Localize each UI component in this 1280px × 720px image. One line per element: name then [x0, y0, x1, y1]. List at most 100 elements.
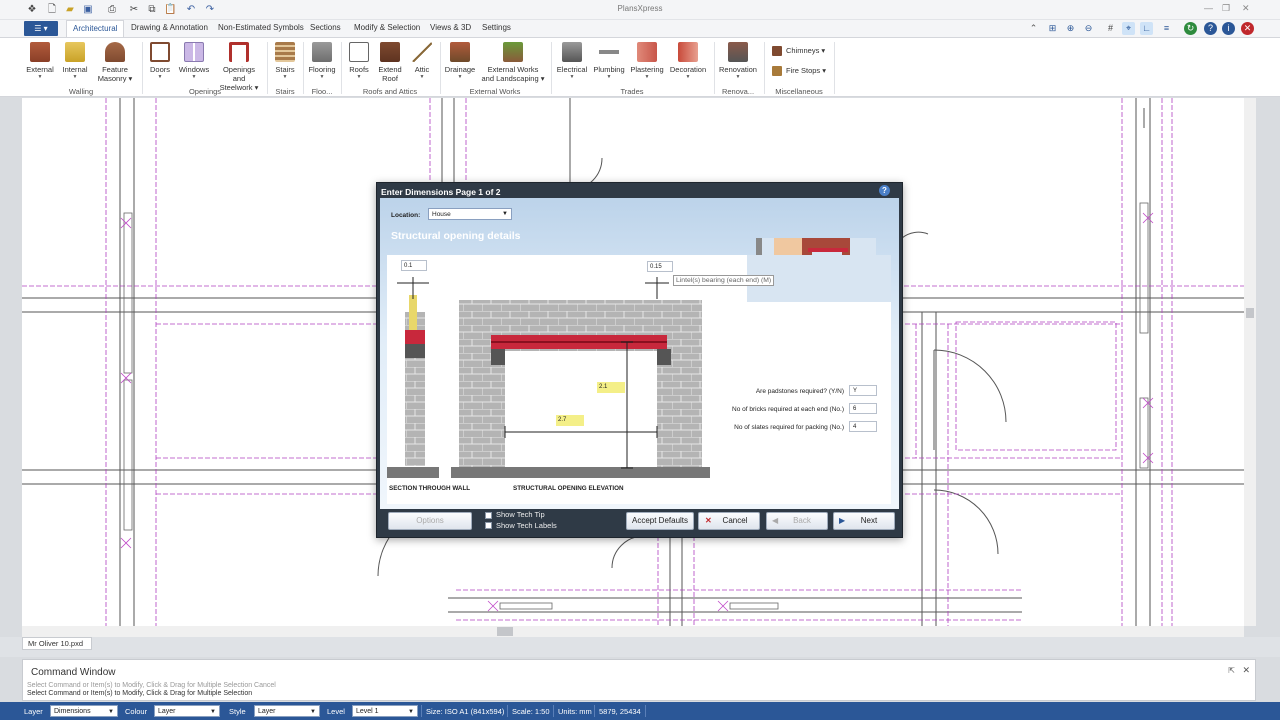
internal-button[interactable]: Internal ▼ — [60, 42, 90, 80]
command-prompt-line[interactable]: Select Command or Item(s) to Modify, Cli… — [27, 690, 252, 697]
external-works-label-1: External Works — [487, 65, 539, 74]
refresh-icon[interactable]: ↻ — [1184, 22, 1197, 35]
style-label: Style — [229, 707, 246, 716]
layers-icon[interactable]: ≡ — [1160, 22, 1173, 35]
style-select[interactable]: Layer ▼ — [254, 705, 320, 717]
app-title: PlansXpress — [617, 4, 663, 13]
style-value: Layer — [258, 708, 276, 715]
chevron-down-icon: ▼ — [502, 211, 508, 217]
tab-views-3d[interactable]: Views & 3D — [430, 23, 471, 32]
stairs-icon — [275, 42, 295, 62]
level-label: Level — [327, 707, 345, 716]
renovation-icon — [728, 42, 748, 62]
fire-stops-button[interactable]: Fire Stops ▾ — [770, 64, 826, 78]
fire-stops-label: Fire Stops — [786, 66, 821, 75]
opening-width-field[interactable]: 2.7 — [556, 415, 584, 426]
exit-icon[interactable]: ✕ — [1241, 22, 1254, 35]
grid-icon[interactable]: # — [1104, 22, 1117, 35]
lintel-bearing-field[interactable]: 0.15 — [647, 261, 673, 272]
help-icon[interactable]: ? — [1204, 22, 1217, 35]
vertical-scrollbar[interactable] — [1244, 98, 1256, 626]
lintel-bearing-tooltip: Lintel(s) bearing (each end) (M) — [673, 275, 775, 286]
tab-non-estimated-symbols[interactable]: Non-Estimated Symbols — [218, 23, 304, 32]
slates-input[interactable]: 4 — [849, 421, 877, 432]
chevron-down-icon: ▼ — [310, 709, 316, 715]
colour-select[interactable]: Layer ▼ — [154, 705, 220, 717]
drainage-button[interactable]: Drainage ▼ — [444, 42, 476, 80]
bricks-input[interactable]: 6 — [849, 403, 877, 414]
external-button[interactable]: External ▼ — [26, 42, 54, 80]
document-tab[interactable]: Mr Oliver 10.pxd — [22, 637, 92, 650]
group-renovation: Renova... — [721, 87, 755, 96]
group-flooring: Floo... — [311, 87, 333, 96]
plumbing-button[interactable]: Plumbing ▼ — [593, 42, 625, 80]
chimneys-button[interactable]: Chimneys ▾ — [770, 44, 825, 58]
stairs-button[interactable]: Stairs ▼ — [272, 42, 298, 80]
accept-defaults-button[interactable]: Accept Defaults — [626, 512, 694, 530]
file-menu-button[interactable]: ☰ ▾ — [24, 21, 58, 36]
layer-select[interactable]: Dimensions ▼ — [50, 705, 118, 717]
ribbon-tabs: ☰ ▾ Architectural Drawing & Annotation N… — [0, 20, 1280, 37]
back-button[interactable]: ◀ Back — [766, 512, 828, 530]
minimize-icon[interactable]: — — [1204, 3, 1213, 13]
tab-sections[interactable]: Sections — [310, 23, 341, 32]
ortho-icon[interactable]: ∟ — [1140, 22, 1153, 35]
tab-drawing-annotation[interactable]: Drawing & Annotation — [131, 23, 208, 32]
fire-stop-icon — [772, 66, 782, 76]
level-value: Level 1 — [356, 708, 379, 715]
opening-height-field[interactable]: 2.1 — [597, 382, 625, 393]
window-icon — [184, 42, 204, 62]
roofs-button[interactable]: Roofs ▼ — [346, 42, 372, 80]
level-select[interactable]: Level 1 ▼ — [352, 705, 418, 717]
show-tech-labels-checkbox[interactable] — [485, 522, 492, 529]
bricks-label: No of bricks required at each end (No.) — [732, 406, 844, 413]
zoom-window-icon[interactable]: ⊞ — [1046, 22, 1059, 35]
options-button[interactable]: Options — [388, 512, 472, 530]
close-command-window-icon[interactable]: ✕ — [1242, 665, 1250, 676]
show-tech-tip-checkbox[interactable] — [485, 512, 492, 519]
renovation-button[interactable]: Renovation ▼ — [718, 42, 758, 80]
extend-roof-button[interactable]: Extend Roof — [376, 42, 404, 83]
external-works-button[interactable]: External Works and Landscaping ▾ — [480, 42, 546, 83]
tab-settings[interactable]: Settings — [482, 23, 511, 32]
zoom-in-icon[interactable]: ⊕ — [1064, 22, 1077, 35]
flooring-button[interactable]: Flooring ▼ — [307, 42, 337, 80]
decoration-button[interactable]: Decoration ▼ — [669, 42, 707, 80]
flooring-icon — [312, 42, 332, 62]
pin-icon[interactable]: ⇱ — [1228, 666, 1235, 675]
chimney-icon — [772, 46, 782, 56]
tab-architectural[interactable]: Architectural — [66, 20, 125, 37]
extend-roof-icon — [380, 42, 400, 62]
zoom-out-icon[interactable]: ⊖ — [1082, 22, 1095, 35]
group-stairs: Stairs — [275, 87, 295, 96]
group-openings: Openings — [188, 87, 222, 96]
padstones-input[interactable]: Y — [849, 385, 877, 396]
dialog-body: Location: House ▼ Structural opening deta… — [380, 198, 899, 509]
flooring-label: Flooring — [308, 65, 336, 74]
back-arrow-icon: ◀ — [772, 516, 779, 525]
location-select[interactable]: House ▼ — [428, 208, 512, 220]
next-button[interactable]: ▶ Next — [833, 512, 895, 530]
chevron-down-icon: ▼ — [408, 709, 414, 715]
electrical-button[interactable]: Electrical ▼ — [556, 42, 588, 80]
electrical-label: Electrical — [556, 65, 588, 74]
cancel-button[interactable]: ✕ Cancel — [698, 512, 760, 530]
windows-button[interactable]: Windows ▼ — [178, 42, 210, 80]
plumbing-label: Plumbing — [593, 65, 625, 74]
chimneys-label: Chimneys — [786, 46, 820, 55]
restore-icon[interactable]: ❐ — [1222, 3, 1230, 14]
close-window-icon[interactable]: ✕ — [1242, 3, 1250, 14]
openings-steelwork-button[interactable]: Openings and Steelwork ▾ — [216, 42, 262, 92]
plastering-icon — [637, 42, 657, 62]
tab-modify-selection[interactable]: Modify & Selection — [354, 23, 420, 32]
feature-masonry-button[interactable]: Feature Masonry ▾ — [94, 42, 136, 83]
info-icon[interactable]: i — [1222, 22, 1235, 35]
wall-thickness-field[interactable]: 0.1 — [401, 260, 427, 271]
plastering-button[interactable]: Plastering ▼ — [630, 42, 664, 80]
doors-button[interactable]: Doors ▼ — [148, 42, 172, 80]
collapse-ribbon-icon[interactable]: ⌃ — [1027, 22, 1040, 35]
horizontal-scrollbar[interactable] — [22, 626, 1244, 637]
attic-button[interactable]: Attic ▼ — [409, 42, 435, 80]
snap-icon[interactable]: ⌖ — [1122, 22, 1135, 35]
dialog-help-icon[interactable]: ? — [879, 185, 890, 196]
